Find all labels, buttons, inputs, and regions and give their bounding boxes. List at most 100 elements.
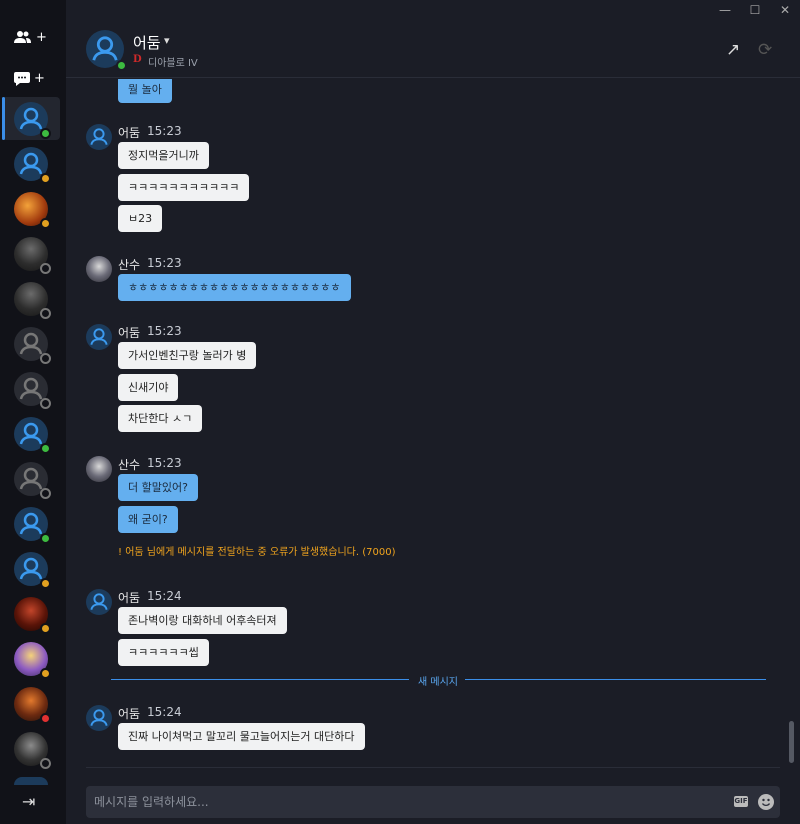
delivery-error-message: ! 어둠 님에게 메시지를 전달하는 중 오류가 발생했습니다. (7000) xyxy=(118,547,396,558)
conversation-avatar[interactable] xyxy=(14,687,51,724)
message-bubble: 신새기야 xyxy=(118,374,179,401)
new-messages-divider-line xyxy=(465,679,766,680)
conversation-avatar[interactable] xyxy=(14,462,51,499)
away-status-dot xyxy=(40,668,51,679)
message-time: 15:23 xyxy=(147,256,182,270)
message-author: 어둠 xyxy=(118,126,141,140)
conversation-avatar[interactable] xyxy=(14,102,51,139)
default-user-icon xyxy=(90,593,108,610)
message-input[interactable] xyxy=(94,786,694,818)
conversation-avatar[interactable] xyxy=(14,282,51,319)
message-author: 산수 xyxy=(118,458,141,472)
away-status-dot xyxy=(40,173,51,184)
message-bubble: 진짜 나이쳐먹고 말꼬리 물고늘어지는거 대단하다 xyxy=(118,723,365,750)
new-messages-divider-label: 새 메시지 xyxy=(418,677,458,688)
composer-divider xyxy=(86,767,780,768)
message-author: 어둠 xyxy=(118,591,141,605)
online-status-dot xyxy=(40,128,51,139)
message-bubble: ㅂ23 xyxy=(118,205,163,232)
message-avatar[interactable] xyxy=(86,705,112,731)
message-avatar[interactable] xyxy=(86,589,112,615)
message-avatar[interactable] xyxy=(86,124,112,150)
new-chat-button[interactable]: + xyxy=(14,63,50,93)
contact-name[interactable]: 어둠 xyxy=(133,32,161,53)
conversation-avatar[interactable] xyxy=(14,597,51,634)
message-bubble: 존나벽이랑 대화하네 어후속터져 xyxy=(118,607,287,634)
message-time: 15:23 xyxy=(147,124,182,138)
message-time: 15:23 xyxy=(147,324,182,338)
message-author: 어둠 xyxy=(118,707,141,721)
online-status-dot xyxy=(116,60,127,71)
new-messages-divider-line xyxy=(111,679,409,680)
default-user-icon xyxy=(90,709,108,726)
message-avatar[interactable] xyxy=(86,256,112,282)
message-bubble: 더 할말있어? xyxy=(118,474,198,501)
offline-status-dot xyxy=(40,263,51,274)
maximize-button[interactable]: ☐ xyxy=(740,0,770,20)
conversation-avatar[interactable] xyxy=(14,507,51,544)
message-avatar[interactable] xyxy=(86,456,112,482)
message-time: 15:24 xyxy=(147,705,182,719)
away-status-dot xyxy=(40,578,51,589)
default-user-icon xyxy=(90,328,108,345)
offline-status-dot xyxy=(40,488,51,499)
conversation-avatar[interactable] xyxy=(14,192,51,229)
conversation-avatar[interactable] xyxy=(14,417,51,454)
friends-sidebar: + + ⇥ xyxy=(0,0,66,824)
away-status-dot xyxy=(40,218,51,229)
message-bubble: 차단한다 ㅅㄱ xyxy=(118,405,203,432)
diablo-game-icon: D xyxy=(133,54,142,65)
conversation-avatar[interactable] xyxy=(14,372,51,409)
add-friend-plus: + xyxy=(36,29,47,45)
conversation-avatar[interactable] xyxy=(14,552,51,589)
message-bubble: ㅋㅋㅋㅋㅋㅋㅋㅋㅋㅋㅋ xyxy=(118,174,250,201)
collapse-sidebar-icon[interactable]: ⇥ xyxy=(22,792,40,811)
conversation-avatar[interactable] xyxy=(14,777,48,785)
refresh-icon[interactable]: ⟳ xyxy=(758,40,772,60)
pop-out-icon[interactable]: ↗ xyxy=(726,40,740,60)
message-author: 어둠 xyxy=(118,326,141,340)
chevron-down-icon[interactable]: ▾ xyxy=(164,34,170,47)
chat-bubble-icon xyxy=(14,71,30,86)
chat-header: — ☐ ✕ 어둠 ▾ D 디아블로 IV ↗ ⟳ xyxy=(66,0,800,78)
away-status-dot xyxy=(40,623,51,634)
conversation-avatar[interactable] xyxy=(14,147,51,184)
conversation-avatar[interactable] xyxy=(14,327,51,364)
minimize-button[interactable]: — xyxy=(710,0,740,20)
conversation-avatar[interactable] xyxy=(14,732,51,769)
window-controls: — ☐ ✕ xyxy=(710,0,800,20)
offline-status-dot xyxy=(40,758,51,769)
message-bubble: 뭘 놀아 xyxy=(118,79,172,103)
message-composer: GIF xyxy=(86,786,780,818)
online-status-dot xyxy=(40,533,51,544)
message-bubble: 정지먹을거니까 xyxy=(118,142,209,169)
conversation-avatar[interactable] xyxy=(14,642,51,679)
message-list[interactable]: 뭘 놀아 어둠 15:23 정지먹을거니까 ㅋㅋㅋㅋㅋㅋㅋㅋㅋㅋㅋ ㅂ23 산수… xyxy=(66,79,788,767)
offline-status-dot xyxy=(40,398,51,409)
default-user-icon xyxy=(90,128,108,145)
header-avatar[interactable] xyxy=(86,30,127,71)
message-bubble: ㅎㅎㅎㅎㅎㅎㅎㅎㅎㅎㅎㅎㅎㅎㅎㅎㅎㅎㅎㅎㅎ xyxy=(118,274,351,301)
emoji-icon[interactable] xyxy=(758,794,774,810)
offline-status-dot xyxy=(40,353,51,364)
message-scrollbar[interactable] xyxy=(789,721,794,763)
message-avatar[interactable] xyxy=(86,324,112,350)
online-status-dot xyxy=(40,443,51,454)
current-game: 디아블로 IV xyxy=(148,58,198,69)
active-conversation-indicator xyxy=(2,97,5,140)
message-bubble: 왜 굳이? xyxy=(118,506,178,533)
smiley-face-icon xyxy=(761,798,771,807)
new-chat-plus: + xyxy=(34,70,45,86)
add-friend-icon xyxy=(14,31,31,43)
add-friend-button[interactable]: + xyxy=(14,22,50,52)
message-author: 산수 xyxy=(118,258,141,272)
conversation-avatar[interactable] xyxy=(14,237,51,274)
gif-button[interactable]: GIF xyxy=(734,796,748,807)
message-bubble: 가서인벤친구랑 놀러가 병 xyxy=(118,342,257,369)
message-bubble: ㅋㅋㅋㅋㅋㅋ씹 xyxy=(118,639,209,666)
message-time: 15:24 xyxy=(147,589,182,603)
offline-status-dot xyxy=(40,308,51,319)
message-time: 15:23 xyxy=(147,456,182,470)
close-button[interactable]: ✕ xyxy=(770,0,800,20)
busy-status-dot xyxy=(40,713,51,724)
